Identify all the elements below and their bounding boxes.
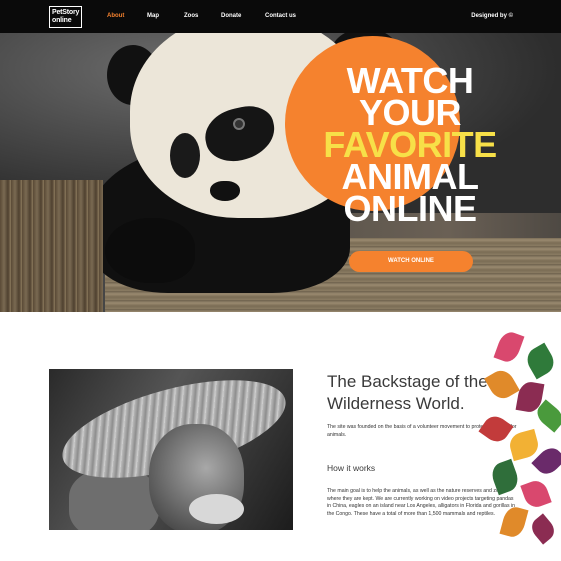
photo-beard-shape bbox=[189, 494, 244, 524]
leaf-shape bbox=[520, 477, 552, 511]
nav-item-map[interactable]: Map bbox=[147, 13, 159, 19]
petstory-logo[interactable]: PetStory online bbox=[49, 6, 82, 28]
top-nav: PetStory online About Map Zoos Donate Co… bbox=[0, 0, 561, 33]
logo-line2: online bbox=[52, 17, 72, 24]
hero-headline: WATCH YOUR FAVORITE ANIMAL ONLINE bbox=[300, 63, 520, 229]
hero-banner: WATCH YOUR FAVORITE ANIMAL ONLINE WATCH … bbox=[0, 33, 561, 312]
tree-stump-image bbox=[0, 180, 103, 312]
leaf-shape bbox=[527, 513, 559, 545]
flower-leaves-decoration bbox=[478, 322, 561, 552]
leaf-shape bbox=[484, 366, 520, 403]
leaf-shape bbox=[499, 504, 529, 540]
panda-eye bbox=[233, 118, 245, 130]
leaf-shape bbox=[478, 411, 514, 447]
logo-line1: PetStory bbox=[52, 9, 80, 16]
leaf-shape bbox=[522, 342, 559, 380]
photo-cloth-shape bbox=[69, 469, 159, 530]
nav-item-zoos[interactable]: Zoos bbox=[184, 13, 198, 19]
nav-item-contact-us[interactable]: Contact us bbox=[265, 13, 296, 19]
panda-nose bbox=[210, 181, 240, 201]
headline-line-5: ONLINE bbox=[343, 188, 477, 229]
leaf-shape bbox=[488, 458, 522, 496]
nav-item-donate[interactable]: Donate bbox=[221, 13, 241, 19]
leaf-shape bbox=[507, 428, 541, 462]
how-it-works-heading: How it works bbox=[327, 463, 376, 473]
old-man-photo bbox=[49, 369, 293, 530]
panda-eye-patch-left bbox=[170, 133, 200, 178]
panda-paw bbox=[105, 218, 195, 283]
leaf-shape bbox=[493, 329, 525, 365]
watch-online-button[interactable]: WATCH ONLINE bbox=[349, 251, 473, 272]
nav-item-about[interactable]: About bbox=[107, 13, 124, 19]
designed-by-credit: Designed by © bbox=[471, 13, 513, 19]
